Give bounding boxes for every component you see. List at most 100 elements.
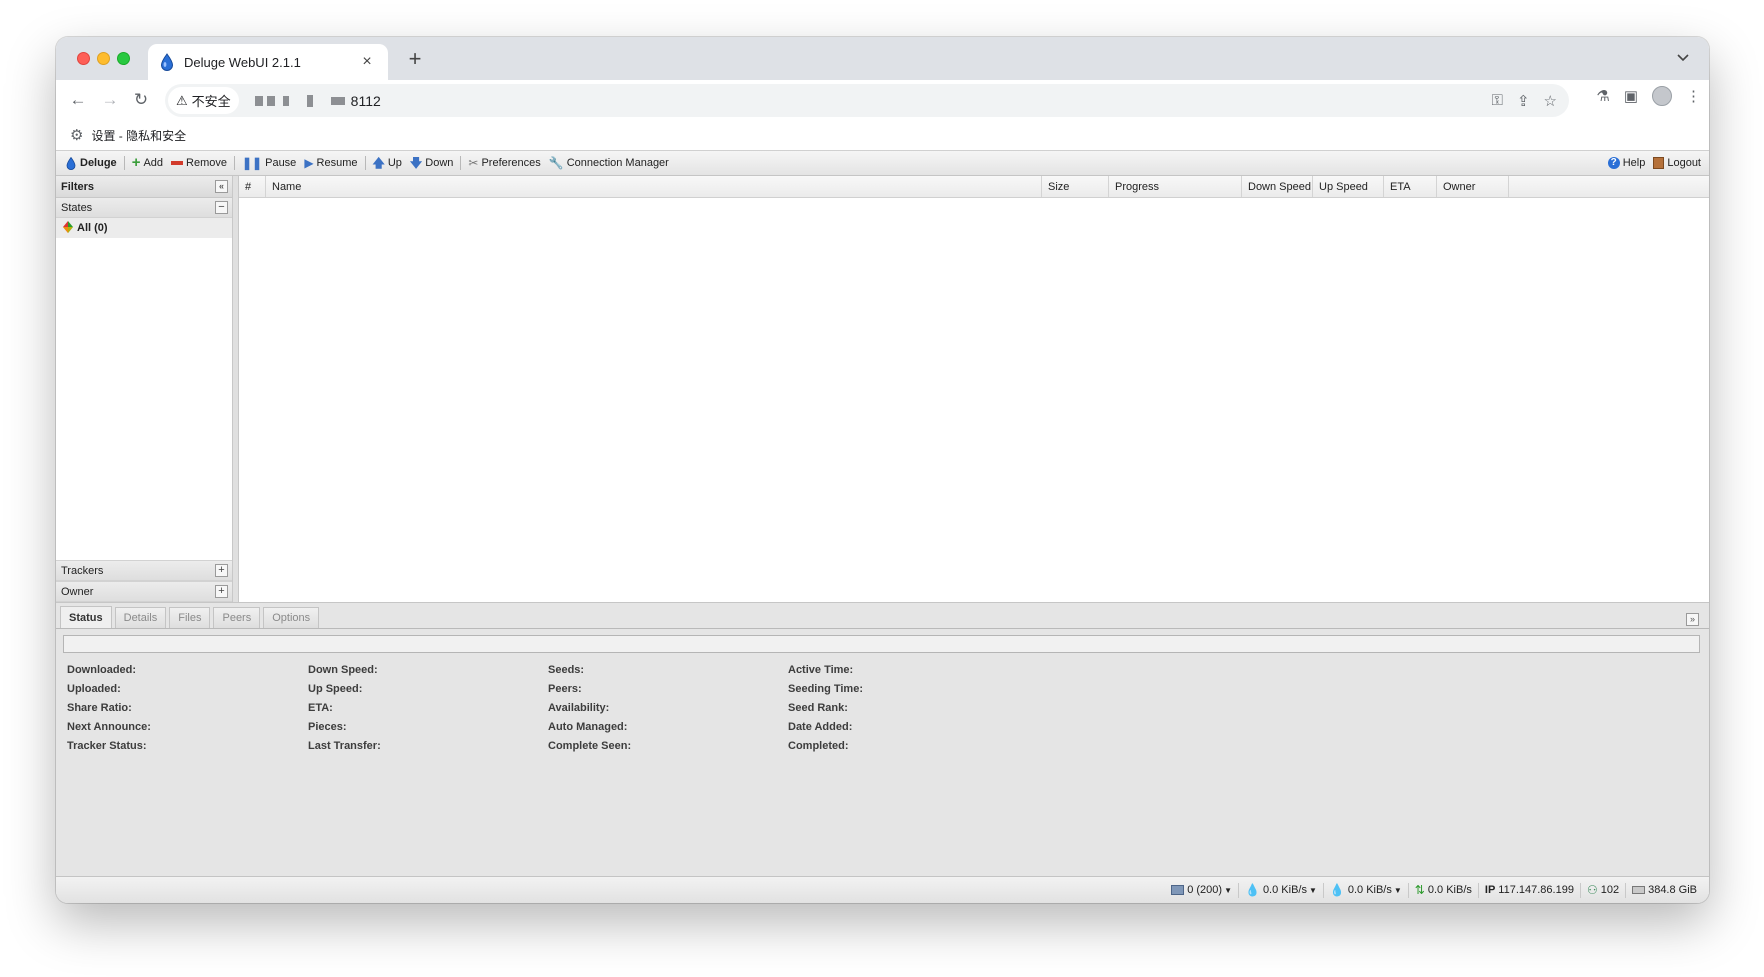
deluge-drop-icon <box>66 156 76 170</box>
logout-label: Logout <box>1667 157 1701 169</box>
deluge-brand-label: Deluge <box>80 157 117 169</box>
expand-plus-icon[interactable]: + <box>215 564 228 577</box>
add-label: Add <box>143 157 164 169</box>
free-space-status: 384.8 GiB <box>1625 882 1703 898</box>
filters-header: Filters « <box>56 176 232 198</box>
column-header-down-speed[interactable]: Down Speed <box>1242 176 1313 197</box>
states-group-header[interactable]: States − <box>56 198 232 218</box>
download-speed-value: 0.0 KiB/s <box>1262 884 1307 896</box>
status-column-2: Down Speed: Up Speed: ETA: Pieces: Last … <box>308 661 381 756</box>
connections-icon <box>1171 885 1185 895</box>
status-column-4: Active Time: Seeding Time: Seed Rank: Da… <box>788 661 863 756</box>
torrent-grid-header: # Name Size Progress Down Speed Up Speed… <box>239 176 1709 198</box>
column-header-owner[interactable]: Owner <box>1437 176 1509 197</box>
tab-status[interactable]: Status <box>60 606 112 628</box>
key-icon[interactable]: ⚿ <box>1492 92 1503 109</box>
column-header-up-speed[interactable]: Up Speed <box>1313 176 1384 197</box>
new-tab-button[interactable]: + <box>402 47 428 71</box>
filters-title: Filters <box>61 180 95 193</box>
menu-kebab-icon[interactable]: ⋮ <box>1686 87 1701 105</box>
browser-tab-deluge[interactable]: Deluge WebUI 2.1.1 × <box>148 44 388 80</box>
minimize-window-button[interactable] <box>97 52 110 65</box>
states-label: States <box>61 201 93 214</box>
external-ip-status: IP 117.147.86.199 <box>1477 882 1580 898</box>
tab-options[interactable]: Options <box>263 607 320 628</box>
stat-label-uploaded: Uploaded: <box>67 683 121 695</box>
column-header-progress[interactable]: Progress <box>1109 176 1242 197</box>
upload-speed-status[interactable]: 💧 0.0 KiB/s ▼ <box>1322 882 1408 898</box>
column-header-name[interactable]: Name <box>266 176 1042 197</box>
filters-bottom-groups: Trackers + Owner + <box>56 560 232 602</box>
details-panel: Status Details Files Peers Options » Dow… <box>56 602 1709 903</box>
dht-nodes-status: ⚇ 102 <box>1579 882 1625 898</box>
close-window-button[interactable] <box>77 52 90 65</box>
back-arrow-icon[interactable]: ← <box>64 86 92 114</box>
resume-button[interactable]: ▶ Resume <box>300 152 361 174</box>
add-button[interactable]: + Add <box>128 152 167 174</box>
column-header-eta[interactable]: ETA <box>1384 176 1437 197</box>
collapse-left-icon[interactable]: « <box>215 180 228 193</box>
side-panel-icon[interactable]: ▣ <box>1624 87 1638 105</box>
security-chip[interactable]: ⚠ 不安全 <box>168 87 239 114</box>
arrow-down-icon: 🡇 <box>409 156 423 170</box>
tab-search-chevron-icon[interactable] <box>1677 49 1689 65</box>
trackers-label: Trackers <box>61 564 104 577</box>
extension-area: ⚗ ▣ ⋮ <box>1596 86 1701 106</box>
filters-panel: Filters « States − All (0) Trackers + Ow <box>56 176 233 602</box>
logout-icon <box>1653 157 1665 169</box>
logout-button[interactable]: Logout <box>1649 152 1705 174</box>
tab-peers[interactable]: Peers <box>213 607 261 628</box>
pause-button[interactable]: ❚❚ Pause <box>238 152 300 174</box>
forward-arrow-icon[interactable]: → <box>96 86 124 114</box>
owner-group-header[interactable]: Owner + <box>56 581 232 602</box>
remove-button[interactable]: Remove <box>167 152 231 174</box>
tab-details[interactable]: Details <box>114 607 167 628</box>
stat-label-auto-managed: Auto Managed: <box>548 721 628 733</box>
profile-avatar-icon[interactable] <box>1652 86 1672 106</box>
preferences-label: Preferences <box>481 157 541 169</box>
labs-flask-icon[interactable]: ⚗ <box>1596 87 1609 105</box>
upload-drop-icon: 💧 <box>1329 883 1345 897</box>
bookmark-settings-privacy[interactable]: 设置 - 隐私和安全 <box>91 127 186 144</box>
star-icon[interactable]: ☆ <box>1544 92 1557 110</box>
column-header-queue[interactable]: # <box>239 176 266 197</box>
queue-down-button[interactable]: 🡇 Down <box>406 152 457 174</box>
help-button[interactable]: ? Help <box>1604 152 1650 174</box>
address-bar[interactable]: ⚠ 不安全 8112 ⚿ ⇪ ☆ <box>165 84 1569 117</box>
preferences-button[interactable]: ✂ Preferences <box>464 152 544 174</box>
trackers-group-header[interactable]: Trackers + <box>56 560 232 581</box>
expand-plus-icon[interactable]: + <box>215 585 228 598</box>
browser-toolbar: ← → ↻ ⚠ 不安全 8112 ⚿ ⇪ ☆ ⚗ ▣ ⋮ <box>56 80 1709 120</box>
deluge-menu-button[interactable]: Deluge <box>62 152 121 174</box>
stat-label-completed: Completed: <box>788 740 849 752</box>
url-host-redacted: 8112 <box>251 93 381 109</box>
tab-title: Deluge WebUI 2.1.1 <box>184 54 301 70</box>
queue-up-button[interactable]: 🡅 Up <box>369 152 406 174</box>
state-item-all[interactable]: All (0) <box>56 218 232 238</box>
minus-icon <box>171 161 184 165</box>
tab-files[interactable]: Files <box>169 607 211 628</box>
stat-label-down-speed: Down Speed: <box>308 664 378 676</box>
connections-status[interactable]: 0 (200) ▼ <box>1165 883 1238 898</box>
torrent-progress-bar <box>63 635 1700 653</box>
pause-icon: ❚❚ <box>242 156 263 170</box>
reload-icon[interactable]: ↻ <box>127 86 155 114</box>
share-icon[interactable]: ⇪ <box>1517 92 1530 110</box>
collapse-minus-icon[interactable]: − <box>215 201 228 214</box>
column-header-size[interactable]: Size <box>1042 176 1109 197</box>
stat-label-downloaded: Downloaded: <box>67 664 137 676</box>
stat-label-last-transfer: Last Transfer: <box>308 740 381 752</box>
connections-value: 0 (200) <box>1187 884 1223 896</box>
stat-label-active-time: Active Time: <box>788 664 854 676</box>
all-states-icon <box>63 220 73 236</box>
maximize-window-button[interactable] <box>117 52 130 65</box>
toolbar-separator <box>460 156 462 170</box>
pause-label: Pause <box>265 157 297 169</box>
stat-label-next-announce: Next Announce: <box>67 721 151 733</box>
collapse-down-icon[interactable]: » <box>1686 613 1699 626</box>
deluge-webui: Deluge + Add Remove ❚❚ Pause ▶ Resume 🡅 … <box>56 150 1709 903</box>
tab-close-icon[interactable]: × <box>358 53 376 71</box>
toolbar-separator <box>364 156 366 170</box>
connection-manager-button[interactable]: 🔧 Connection Manager <box>545 152 673 174</box>
download-speed-status[interactable]: 💧 0.0 KiB/s ▼ <box>1237 882 1323 898</box>
